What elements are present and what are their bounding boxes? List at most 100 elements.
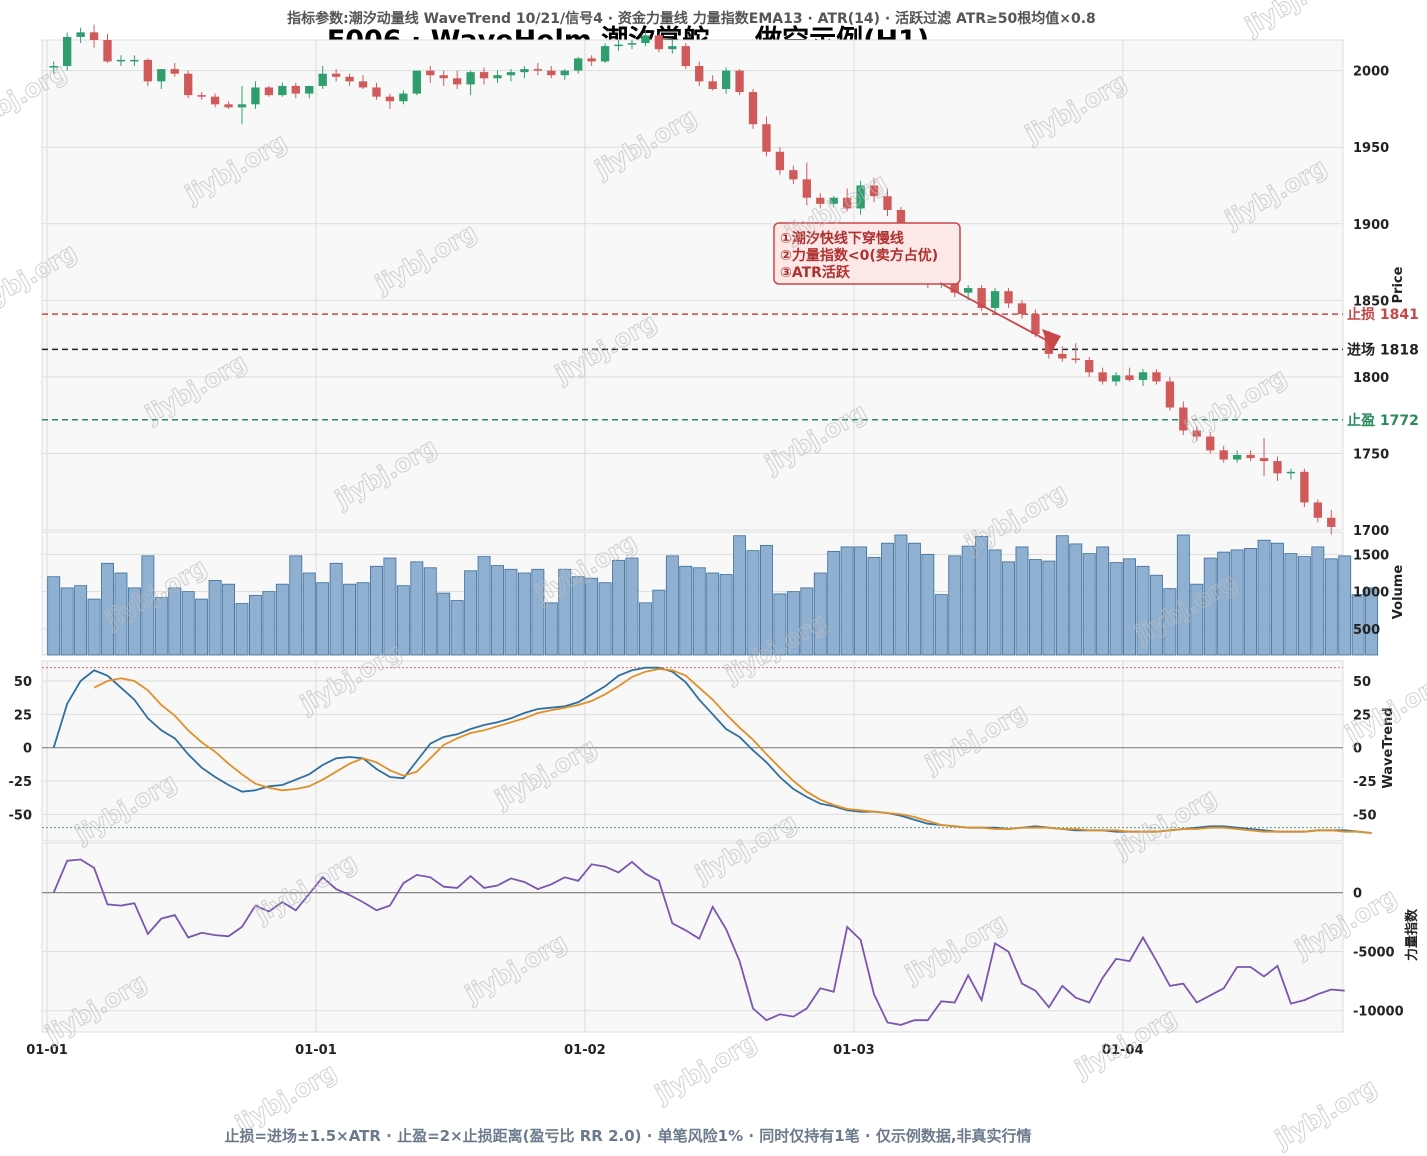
candle-body xyxy=(735,70,744,93)
volume-bar xyxy=(491,565,504,656)
candle-body xyxy=(1017,303,1027,315)
force-y-tick-label: -10000 xyxy=(1353,1005,1404,1020)
candle-body xyxy=(1031,314,1040,334)
candle-body xyxy=(399,93,408,102)
price-y-tick-label: 1700 xyxy=(1353,524,1389,539)
volume-bar xyxy=(1069,543,1083,656)
candle-body xyxy=(1206,436,1215,451)
volume-bar xyxy=(1257,539,1271,656)
candle-body xyxy=(1286,471,1296,474)
wavetrend-y-tick-label-left: -50 xyxy=(9,808,33,823)
volume-bar xyxy=(598,582,612,656)
price-y-tick-label: 1900 xyxy=(1353,218,1389,233)
candle-body xyxy=(493,75,502,79)
candle-body xyxy=(76,32,85,37)
candle-body xyxy=(103,40,112,62)
volume-bar xyxy=(733,535,747,656)
candle-body xyxy=(762,124,771,152)
x-tick-label: 01-02 xyxy=(564,1043,606,1058)
candle-body xyxy=(668,46,677,50)
volume-bar xyxy=(827,550,841,656)
volume-bar xyxy=(948,555,962,656)
wavetrend-y-tick-label-left: 0 xyxy=(23,742,32,757)
candle-body xyxy=(116,59,126,62)
candle-body xyxy=(439,75,448,79)
candle-body xyxy=(574,58,583,71)
footer-note: 止损=进场±1.5×ATR · 止盈=2×止损距离(盈亏比 RR 2.0) · … xyxy=(224,1127,1032,1145)
candle-body xyxy=(412,70,421,94)
candle-body xyxy=(614,44,623,47)
axis-title: 力量指数 xyxy=(1404,908,1420,961)
volume-bar xyxy=(329,562,343,656)
candle-body xyxy=(264,87,274,96)
candle-body xyxy=(1058,353,1067,359)
level-label-stop: 止损 1841 xyxy=(1347,306,1419,323)
volume-bar xyxy=(1244,548,1258,656)
candle-body xyxy=(1071,358,1080,361)
volume-bar xyxy=(706,572,720,656)
volume-bar xyxy=(679,565,693,656)
candle-body xyxy=(385,96,395,102)
candle-body xyxy=(345,76,354,82)
candle-body xyxy=(990,291,1000,308)
volume-bar xyxy=(988,549,1002,656)
force-y-tick-label: -5000 xyxy=(1353,946,1395,961)
candle-body xyxy=(627,43,637,45)
volume-bar xyxy=(275,583,289,656)
volume-bar xyxy=(87,598,101,656)
candle-body xyxy=(681,46,690,67)
candle-body xyxy=(466,72,475,85)
candle-body xyxy=(170,69,179,74)
candle-body xyxy=(1165,381,1175,408)
candle-body xyxy=(1246,454,1255,459)
volume-bar xyxy=(1123,558,1137,656)
wavetrend-y-tick-label-left: -25 xyxy=(9,775,33,790)
candle-body xyxy=(533,69,543,71)
wavetrend-y-tick-label: 50 xyxy=(1353,675,1371,690)
volume-bar xyxy=(195,598,209,656)
axis-title: Volume xyxy=(1391,565,1406,620)
x-tick-label: 01-01 xyxy=(26,1043,68,1058)
volume-bar xyxy=(450,600,464,656)
volume-bar xyxy=(181,591,195,656)
volume-bar xyxy=(840,546,854,656)
volume-bar xyxy=(60,587,74,656)
watermark-text: jiybj.org xyxy=(650,1028,762,1109)
volume-bar xyxy=(262,591,276,656)
volume-bar xyxy=(370,565,383,656)
volume-bar xyxy=(423,567,437,656)
volume-bar xyxy=(585,577,599,656)
candle-body xyxy=(600,46,610,62)
volume-bar xyxy=(921,553,935,656)
volume-bar xyxy=(1028,559,1042,656)
candle-body xyxy=(802,179,811,198)
volume-bar xyxy=(316,582,330,656)
volume-bar xyxy=(1324,558,1338,656)
price-y-tick-label: 1950 xyxy=(1353,141,1389,156)
candle-body xyxy=(1327,517,1336,527)
candle-body xyxy=(1232,454,1242,460)
candle-body xyxy=(89,32,99,40)
candle-body xyxy=(63,36,72,67)
volume-bar xyxy=(1096,546,1110,656)
candle-body xyxy=(1313,502,1322,518)
volume-bar xyxy=(343,583,357,656)
volume-bar xyxy=(907,542,921,656)
candle-body xyxy=(184,73,193,96)
level-label-target: 止盈 1772 xyxy=(1347,412,1419,429)
volume-bar xyxy=(302,572,316,656)
volume-bar xyxy=(235,603,249,656)
candle-body xyxy=(278,85,287,96)
candle-body xyxy=(748,92,758,125)
volume-bar xyxy=(894,534,908,656)
candle-body xyxy=(1004,291,1013,304)
volume-bar xyxy=(692,567,706,656)
volume-bar xyxy=(1082,553,1096,656)
candle-body xyxy=(210,96,220,105)
volume-bar xyxy=(665,555,679,656)
wavetrend-y-tick-label-left: 25 xyxy=(14,708,32,723)
wavetrend-y-tick-label-left: 50 xyxy=(14,675,32,690)
volume-bar xyxy=(74,585,88,656)
candle-body xyxy=(560,70,569,76)
candle-body xyxy=(479,72,489,79)
